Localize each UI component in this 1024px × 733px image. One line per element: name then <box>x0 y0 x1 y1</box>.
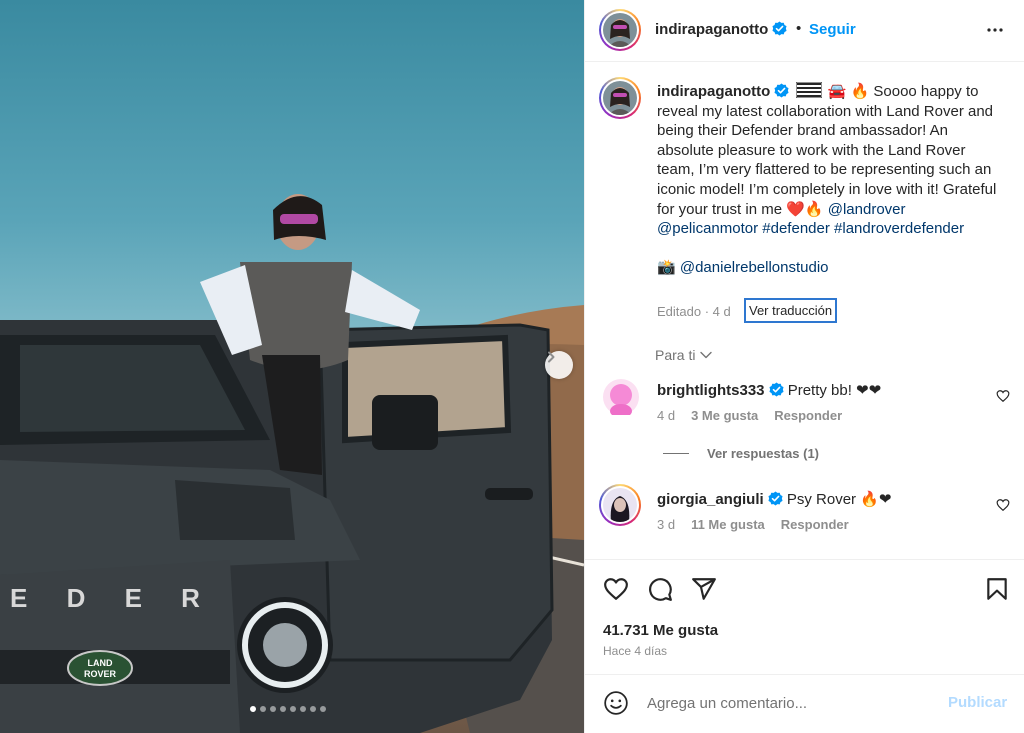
comment-text: Psy Rover 🔥❤ <box>786 491 892 508</box>
comment-text: Pretty bb! ❤❤ <box>787 382 882 399</box>
mention-link[interactable]: @pelicanmotor <box>657 220 758 237</box>
view-replies-button[interactable]: Ver respuestas (1) <box>663 446 819 461</box>
author-avatar[interactable] <box>599 9 641 51</box>
caption-author-avatar[interactable] <box>599 77 641 119</box>
verified-badge-icon <box>772 21 787 36</box>
camera-emoji: 📸 <box>657 259 676 277</box>
comment-meta: 3 d 11 Me gusta Responder <box>657 517 849 532</box>
photo-illustration: E D E R LAND ROVER <box>0 194 584 733</box>
caption-edited-time: Editado · 4 d <box>657 304 731 319</box>
photo-credit-link[interactable]: @danielrebellonstudio <box>680 259 829 276</box>
hashtag-link[interactable]: #defender <box>762 220 830 237</box>
add-comment-bar: Publicar <box>585 674 1024 733</box>
comment-username[interactable]: giorgia_angiuli Psy Rover 🔥❤ <box>657 490 891 508</box>
mention-link[interactable]: @landrover <box>828 201 906 218</box>
save-bookmark-icon[interactable] <box>984 576 1010 602</box>
comment-sort-dropdown[interactable]: Para ti <box>655 347 713 363</box>
post-caption: indirapaganotto 🚘 🔥 Soooo happy to revea… <box>657 82 1002 278</box>
carousel-indicator <box>250 706 326 712</box>
reply-button[interactable]: Responder <box>781 517 849 532</box>
header-separator: • <box>796 20 802 37</box>
carousel-dot <box>270 706 276 712</box>
svg-text:E D E R: E D E R <box>10 583 216 613</box>
commenter-avatar[interactable] <box>599 484 641 526</box>
avatar-image-icon <box>603 81 637 115</box>
replies-divider <box>663 453 689 454</box>
carousel-dot <box>280 706 286 712</box>
author-username-text: indirapaganotto <box>655 21 769 38</box>
chevron-down-icon <box>700 351 713 359</box>
carousel-dot <box>250 706 256 712</box>
svg-text:ROVER: ROVER <box>84 669 117 679</box>
publish-button[interactable]: Publicar <box>948 694 1007 711</box>
chevron-right-icon <box>548 351 555 363</box>
caption-username[interactable]: indirapaganotto <box>657 83 770 100</box>
comment-age: 3 d <box>657 517 676 532</box>
likes-count[interactable]: 41.731 Me gusta <box>603 622 718 639</box>
carousel-dot <box>300 706 306 712</box>
post-timestamp: Hace 4 días <box>603 644 668 658</box>
svg-text:LAND: LAND <box>88 658 113 668</box>
comment-likes[interactable]: 3 Me gusta <box>691 408 758 423</box>
verified-badge-icon <box>768 382 784 397</box>
post-side-panel: indirapaganotto • Seguir indirapaganotto… <box>584 0 1024 733</box>
share-send-icon[interactable] <box>691 576 717 602</box>
emoji-picker-icon[interactable] <box>603 690 629 716</box>
carousel-dot <box>310 706 316 712</box>
comment-username-text: giorgia_angiuli <box>657 491 764 508</box>
avatar-image-icon <box>603 488 637 522</box>
caption-emoji-prefix: 🚘 🔥 <box>827 83 870 100</box>
like-heart-icon[interactable] <box>603 576 629 602</box>
carousel-dot <box>320 706 326 712</box>
avatar-image-icon <box>603 13 637 47</box>
hashtag-link[interactable]: #landroverdefender <box>834 220 964 237</box>
post-photo[interactable]: E D E R LAND ROVER <box>0 0 584 733</box>
carousel-dot <box>290 706 296 712</box>
comment-username[interactable]: brightlights333 Pretty bb! ❤❤ <box>657 381 881 399</box>
comment-sort-label: Para ti <box>655 347 696 363</box>
comment-age: 4 d <box>657 408 676 423</box>
post-actions-bar: 41.731 Me gusta Hace 4 días <box>585 559 1024 674</box>
verified-badge-icon <box>774 83 789 98</box>
caption-text: Soooo happy to reveal my latest collabor… <box>657 83 997 218</box>
like-comment-heart-icon[interactable] <box>996 389 1010 403</box>
comment-input[interactable] <box>647 689 937 717</box>
view-replies-label: Ver respuestas (1) <box>707 446 820 461</box>
carousel-dot <box>260 706 266 712</box>
like-comment-heart-icon[interactable] <box>996 498 1010 512</box>
verified-badge-icon <box>768 491 783 506</box>
follow-button[interactable]: Seguir <box>809 21 856 38</box>
comment-bubble-icon[interactable] <box>647 576 673 602</box>
more-options-icon[interactable] <box>983 18 1007 42</box>
comment-username-text: brightlights333 <box>657 382 765 399</box>
comment-meta: 4 d 3 Me gusta Responder <box>657 408 842 423</box>
caption-text-emoji: ❤️🔥 <box>786 200 824 218</box>
commenter-avatar[interactable] <box>603 379 639 415</box>
next-slide-button[interactable] <box>545 351 573 379</box>
see-translation-button[interactable]: Ver traducción <box>744 298 838 323</box>
flag-emoji-icon <box>795 82 822 98</box>
author-username[interactable]: indirapaganotto <box>655 21 787 38</box>
reply-button[interactable]: Responder <box>774 408 842 423</box>
comment-likes[interactable]: 11 Me gusta <box>691 517 765 532</box>
post-header: indirapaganotto • Seguir <box>585 0 1024 62</box>
